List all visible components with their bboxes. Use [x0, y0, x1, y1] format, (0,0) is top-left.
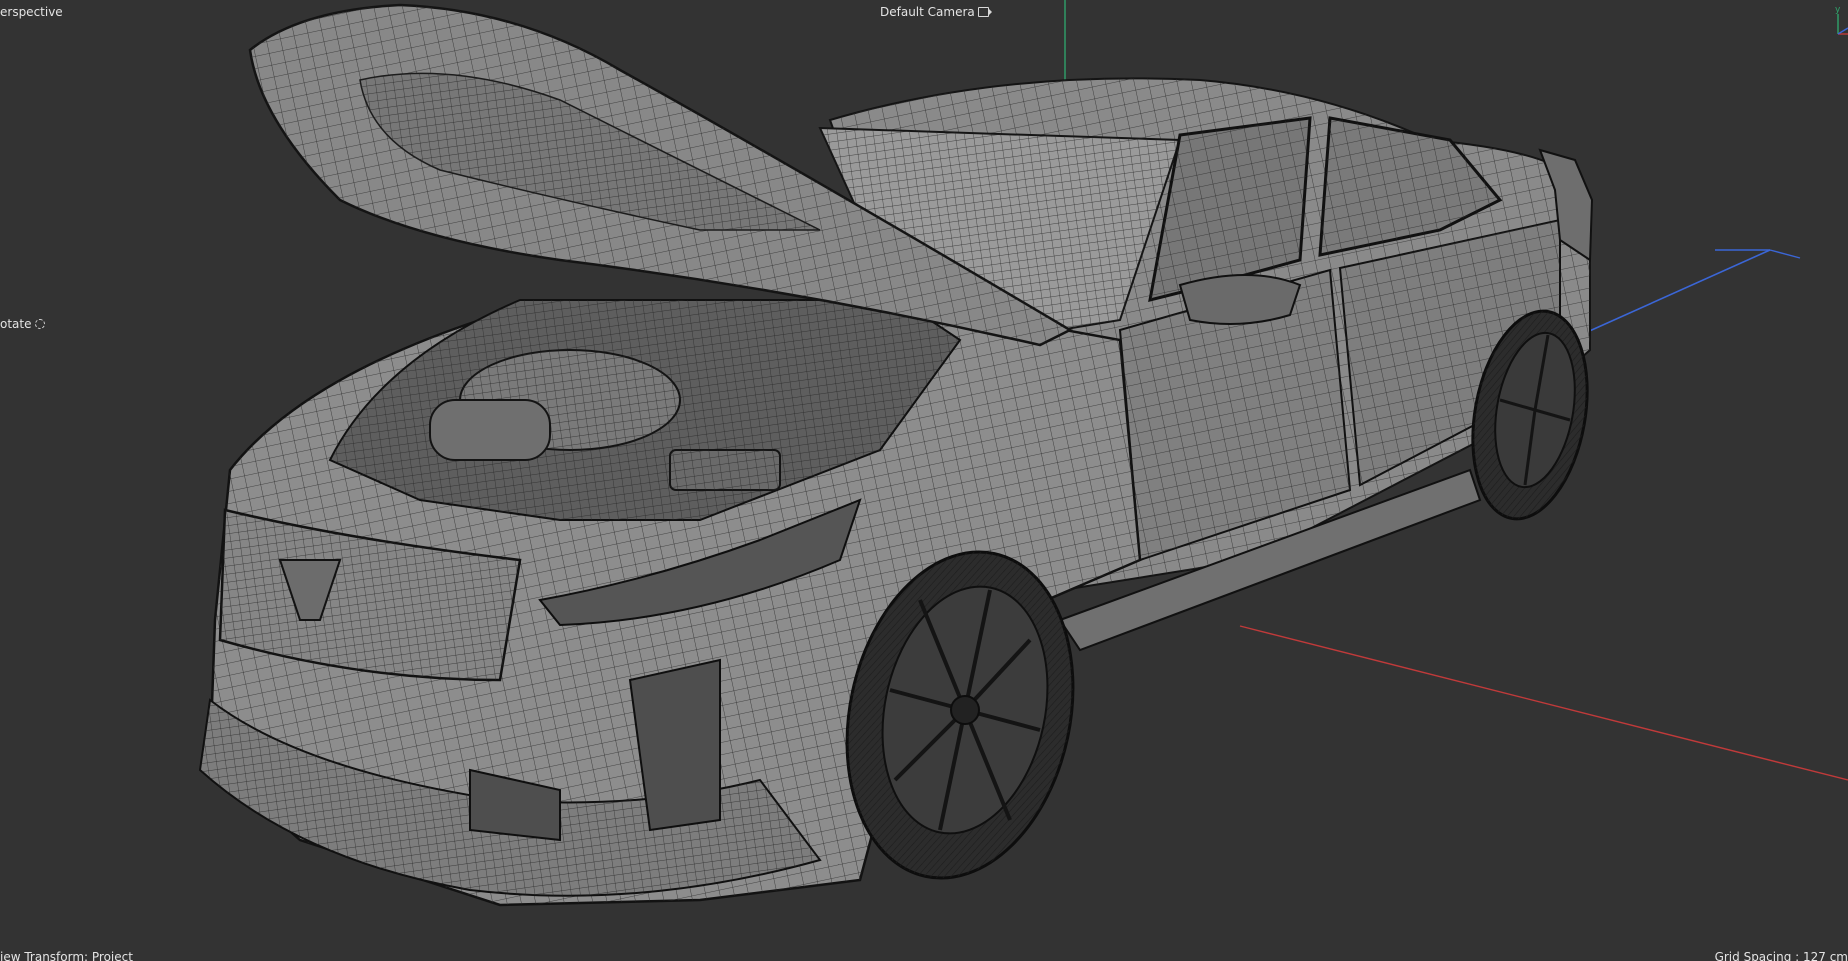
svg-text:y: y	[1835, 5, 1841, 15]
rotate-icon	[34, 319, 45, 329]
camera-link-icon[interactable]	[977, 7, 992, 17]
view-transform-label: iew Transform: Project	[0, 950, 133, 961]
car-wireframe-model[interactable]	[198, 3, 1602, 907]
camera-name-label: Default Camera	[880, 5, 975, 19]
rotate-mode-indicator[interactable]: otate	[0, 317, 45, 331]
camera-selector[interactable]: Default Camera	[880, 5, 992, 19]
grid-spacing-label: Grid Spacing : 127 cm	[1714, 950, 1848, 961]
viewport-scene[interactable]	[0, 0, 1848, 961]
3d-viewport[interactable]: erspective Default Camera otate iew Tran…	[0, 0, 1848, 961]
rotate-label: otate	[0, 317, 32, 331]
view-name-label[interactable]: erspective	[0, 5, 63, 19]
axis-gizmo-icon[interactable]: y	[1826, 0, 1848, 40]
